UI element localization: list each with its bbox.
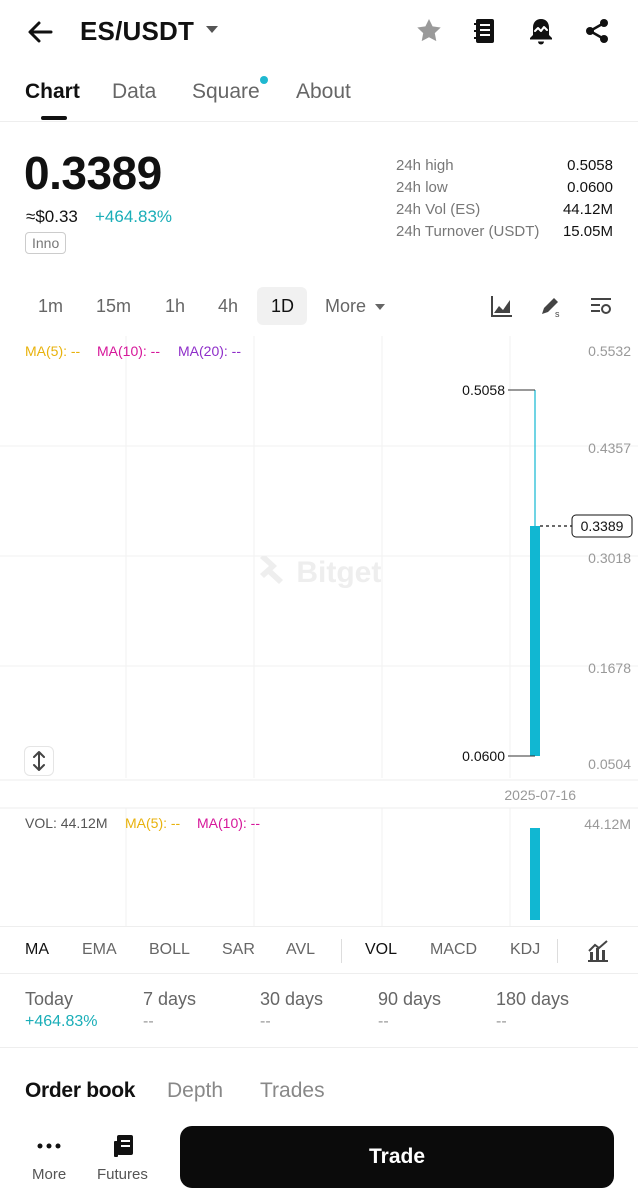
interval-1h[interactable]: 1h: [165, 296, 185, 317]
watermark-text: Bitget: [296, 556, 382, 589]
stat-turnover-label: 24h Turnover (USDT): [396, 223, 540, 240]
zone-tag: Inno: [25, 232, 67, 254]
volume-bar: [530, 828, 540, 920]
divider: [0, 1047, 638, 1048]
indicator-avl[interactable]: AVL: [286, 941, 315, 959]
indicator-sar[interactable]: SAR: [222, 941, 255, 959]
drawing-tool-icon[interactable]: s: [538, 293, 564, 319]
indicator-ema[interactable]: EMA: [82, 941, 117, 959]
futures-label[interactable]: Futures: [97, 1166, 148, 1183]
price-axis-label: 0.5532: [588, 343, 631, 359]
high-price-label: 0.5058: [462, 382, 505, 398]
period-90d-value: --: [378, 1013, 389, 1030]
top-bar: ES/USDT: [0, 0, 638, 64]
interval-1m[interactable]: 1m: [38, 296, 63, 317]
pair-dropdown-caret-icon[interactable]: [206, 26, 218, 33]
indicator-vol[interactable]: VOL: [365, 941, 397, 959]
stat-high-value: 0.5058: [567, 157, 613, 174]
interval-more[interactable]: More: [325, 296, 366, 317]
trade-button[interactable]: Trade: [180, 1126, 614, 1188]
indicator-boll[interactable]: BOLL: [149, 941, 190, 959]
last-price: 0.3389: [24, 147, 162, 199]
price-alert-bell-icon[interactable]: [526, 16, 556, 46]
more-caret-icon[interactable]: [375, 304, 385, 310]
stat-turnover-value: 15.05M: [562, 223, 613, 240]
period-30d-value: --: [260, 1013, 271, 1030]
indicator-settings-icon[interactable]: [586, 939, 610, 963]
usd-price: ≈$0.33: [26, 207, 78, 226]
ma5-label: MA(5): --: [25, 343, 81, 359]
low-price-label: 0.0600: [462, 748, 505, 764]
period-7d-label[interactable]: 7 days: [143, 989, 196, 1010]
period-today-value: +464.83%: [25, 1013, 98, 1030]
ma10-label: MA(10): --: [97, 343, 160, 359]
tab-data[interactable]: Data: [112, 80, 156, 104]
trading-pair-title[interactable]: ES/USDT: [80, 16, 194, 47]
candle-body: [530, 526, 540, 756]
vol-label: VOL: 44.12M: [25, 815, 108, 831]
indicator-divider: [557, 939, 558, 963]
indicator-divider: [341, 939, 342, 963]
chart-type-icon[interactable]: [489, 293, 515, 319]
volume-axis-label: 44.12M: [584, 816, 631, 832]
indicator-kdj[interactable]: KDJ: [510, 941, 540, 959]
ma20-label: MA(20): --: [178, 343, 241, 359]
notebook-icon[interactable]: [470, 16, 500, 46]
price-change: +464.83%: [95, 207, 173, 226]
date-axis-label: 2025-07-16: [504, 787, 576, 803]
more-dots-icon[interactable]: [36, 1133, 62, 1159]
price-axis-label: 0.1678: [588, 660, 631, 676]
stat-low-value: 0.0600: [567, 179, 613, 196]
vol-ma5-label: MA(5): --: [125, 815, 181, 831]
interval-15m[interactable]: 15m: [96, 296, 131, 317]
tab-chart[interactable]: Chart: [25, 80, 80, 104]
price-axis-label: 0.3018: [588, 550, 631, 566]
price-axis-label: 0.4357: [588, 440, 631, 456]
stat-vol-value: 44.12M: [562, 201, 613, 218]
futures-icon[interactable]: [111, 1133, 137, 1159]
stat-vol-label: 24h Vol (ES): [396, 201, 481, 218]
section-tabs: Chart Data Square About: [0, 74, 638, 122]
current-price-label: 0.3389: [581, 518, 624, 534]
active-tab-indicator: [41, 116, 67, 120]
vertical-resize-icon: [33, 751, 45, 771]
period-30d-label[interactable]: 30 days: [260, 989, 323, 1010]
period-180d-value: --: [496, 1013, 507, 1030]
interval-4h[interactable]: 4h: [218, 296, 238, 317]
back-arrow-icon[interactable]: [24, 16, 56, 48]
period-7d-value: --: [143, 1013, 154, 1030]
price-axis-label: 0.0504: [588, 756, 631, 772]
stat-high-label: 24h high: [396, 157, 454, 174]
indicator-macd[interactable]: MACD: [430, 941, 477, 959]
tab-about[interactable]: About: [296, 80, 351, 104]
watermark-logo: Bitget: [256, 554, 382, 590]
vol-ma10-label: MA(10): --: [197, 815, 260, 831]
share-icon[interactable]: [582, 16, 612, 46]
stat-low-label: 24h low: [396, 179, 448, 196]
chart-settings-icon[interactable]: [588, 293, 614, 319]
period-today-label[interactable]: Today: [25, 989, 73, 1010]
kline-svg: 0.5532 0.4357 0.3018 0.1678 0.0504 2025-07-16…: [0, 336, 638, 926]
period-180d-label[interactable]: 180 days: [496, 989, 569, 1010]
tab-square[interactable]: Square: [192, 80, 260, 104]
kline-chart[interactable]: 0.5532 0.4357 0.3018 0.1678 0.0504 2025-07-16…: [0, 336, 638, 936]
period-90d-label[interactable]: 90 days: [378, 989, 441, 1010]
tab-trades[interactable]: Trades: [260, 1079, 325, 1103]
notification-dot: [260, 76, 268, 84]
svg-text:s: s: [555, 309, 560, 319]
chart-expand-button[interactable]: [24, 746, 54, 776]
interval-1d[interactable]: 1D: [271, 296, 294, 317]
tab-depth[interactable]: Depth: [167, 1079, 223, 1103]
star-icon[interactable]: [414, 16, 444, 46]
tab-order-book[interactable]: Order book: [25, 1079, 135, 1103]
more-label[interactable]: More: [32, 1166, 66, 1183]
indicator-bar: MA EMA BOLL SAR AVL VOL MACD KDJ: [0, 926, 638, 974]
indicator-ma[interactable]: MA: [25, 941, 49, 959]
